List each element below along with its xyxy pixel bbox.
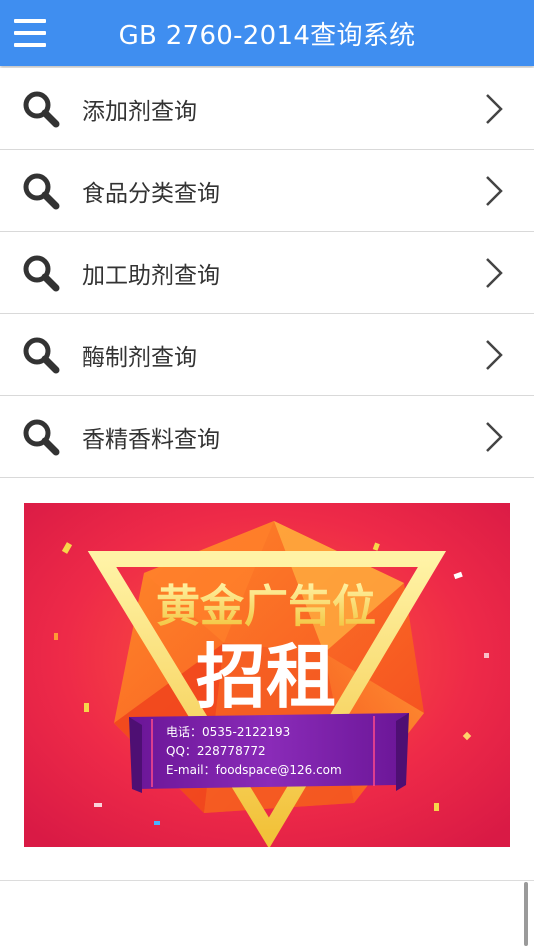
scrollbar[interactable] xyxy=(524,882,528,946)
search-icon xyxy=(23,173,60,210)
banner-qq: QQ：228778772 xyxy=(166,744,266,758)
ad-banner[interactable]: 黄金广告位 招租 电话：0535-2122193 QQ：228778772 E-… xyxy=(24,503,510,847)
app-header: GB 2760-2014查询系统 xyxy=(0,0,534,66)
menu-item-enzyme-query[interactable]: 酶制剂查询 xyxy=(0,314,534,396)
menu-item-flavor-query[interactable]: 香精香料查询 xyxy=(0,396,534,478)
menu-item-additive-query[interactable]: 添加剂查询 xyxy=(0,68,534,150)
menu-item-label: 食品分类查询 xyxy=(82,181,220,207)
menu-item-label: 添加剂查询 xyxy=(82,99,197,125)
page-title: GB 2760-2014查询系统 xyxy=(118,20,416,51)
banner-phone: 电话：0535-2122193 xyxy=(166,725,290,739)
search-icon xyxy=(23,255,60,292)
chevron-right-icon xyxy=(486,422,503,452)
menu-item-label: 酶制剂查询 xyxy=(82,345,197,371)
search-icon xyxy=(23,337,60,374)
query-menu-list: 添加剂查询 食品分类查询 加工助剂查询 酶制剂查询 香精香料查询 xyxy=(0,68,534,478)
banner-email: E-mail：foodspace@126.com xyxy=(166,763,342,777)
banner-subline: 招租 xyxy=(196,636,336,718)
menu-item-label: 加工助剂查询 xyxy=(82,263,220,289)
chevron-right-icon xyxy=(486,340,503,370)
search-icon xyxy=(23,419,60,456)
menu-item-processing-aid-query[interactable]: 加工助剂查询 xyxy=(0,232,534,314)
menu-item-label: 香精香料查询 xyxy=(82,427,220,453)
app-screen: GB 2760-2014查询系统 添加剂查询 食品分类查询 加工助剂查询 酶制剂… xyxy=(0,0,534,950)
menu-item-food-category-query[interactable]: 食品分类查询 xyxy=(0,150,534,232)
banner-headline: 黄金广告位 xyxy=(156,581,376,632)
search-icon xyxy=(23,91,60,128)
chevron-right-icon xyxy=(486,258,503,288)
chevron-right-icon xyxy=(486,176,503,206)
divider xyxy=(0,880,534,881)
chevron-right-icon xyxy=(486,94,503,124)
